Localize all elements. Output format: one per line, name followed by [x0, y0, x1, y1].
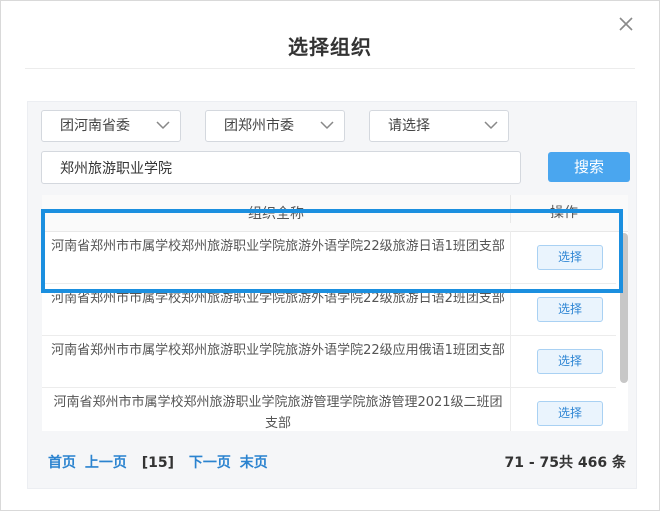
column-header-action: 操作: [510, 195, 617, 223]
organization-table: 组织全称 操作 河南省郑州市市属学校郑州旅游职业学院旅游外语学院22级旅游日语1…: [42, 195, 628, 431]
row-action-cell: 选择: [510, 387, 617, 431]
row-org-name: 河南省郑州市市属学校郑州旅游职业学院旅游外语学院22级旅游日语2班团支部: [51, 291, 505, 306]
chevron-down-icon: [484, 121, 498, 130]
select-row-button[interactable]: 选择: [537, 297, 603, 322]
table-row: 河南省郑州市市属学校郑州旅游职业学院旅游管理学院旅游管理2021级二班团支部 选…: [42, 387, 616, 431]
row-action-cell: 选择: [510, 283, 617, 335]
next-page-link[interactable]: 下一页: [189, 455, 231, 471]
subunit-select-value: 请选择: [388, 118, 430, 134]
table-row: 河南省郑州市市属学校郑州旅游职业学院旅游外语学院22级应用俄语1班团支部 选择: [42, 335, 616, 388]
last-page-link[interactable]: 末页: [240, 455, 268, 471]
search-input[interactable]: [41, 151, 521, 184]
close-icon[interactable]: [617, 15, 635, 33]
row-org-name: 河南省郑州市市属学校郑州旅游职业学院旅游管理学院旅游管理2021级二班团支部: [53, 395, 503, 431]
table-scrollbar[interactable]: [620, 233, 628, 383]
chevron-down-icon: [156, 121, 170, 130]
table-row: 河南省郑州市市属学校郑州旅游职业学院旅游外语学院22级旅游日语1班团支部 选择: [42, 231, 616, 284]
table-row: 河南省郑州市市属学校郑州旅游职业学院旅游外语学院22级旅游日语2班团支部 选择: [42, 283, 616, 336]
select-row-button[interactable]: 选择: [537, 401, 603, 426]
province-select-value: 团河南省委: [60, 118, 130, 134]
chevron-down-icon: [320, 121, 334, 130]
first-page-link[interactable]: 首页: [48, 455, 76, 471]
select-row-button[interactable]: 选择: [537, 349, 603, 374]
province-select[interactable]: 团河南省委: [41, 110, 181, 142]
row-org-name: 河南省郑州市市属学校郑州旅游职业学院旅游外语学院22级旅游日语1班团支部: [51, 239, 505, 254]
pagination: 首页 上一页 [15] 下一页 末页: [48, 452, 268, 472]
city-select[interactable]: 团郑州市委: [205, 110, 345, 142]
search-button[interactable]: 搜索: [548, 152, 630, 182]
select-row-button[interactable]: 选择: [537, 245, 603, 270]
city-select-value: 团郑州市委: [224, 118, 294, 134]
column-header-name: 组织全称: [248, 206, 304, 222]
subunit-select[interactable]: 请选择: [369, 110, 509, 142]
record-count: 71 - 75共 466 条: [504, 455, 627, 471]
prev-page-link[interactable]: 上一页: [85, 455, 127, 471]
row-action-cell: 选择: [510, 335, 617, 387]
row-org-name: 河南省郑州市市属学校郑州旅游职业学院旅游外语学院22级应用俄语1班团支部: [51, 343, 505, 358]
dialog-title: 选择组织: [288, 35, 372, 59]
row-action-cell: 选择: [510, 231, 617, 283]
table-header: 组织全称 操作: [42, 195, 628, 232]
current-page: [15]: [141, 455, 175, 471]
title-divider: [25, 68, 635, 69]
